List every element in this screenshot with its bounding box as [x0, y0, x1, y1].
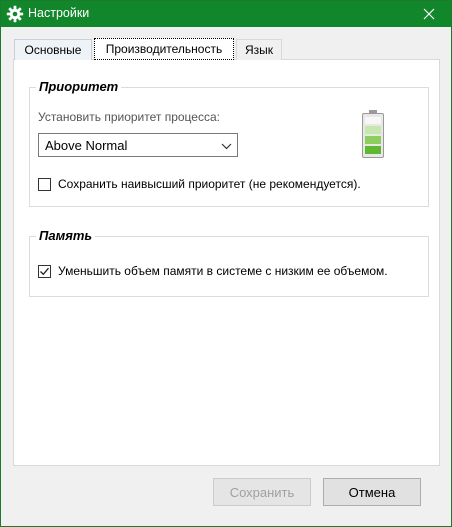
battery-icon: [362, 110, 384, 158]
priority-select[interactable]: Above Normal: [38, 133, 238, 157]
memory-group-title: Память: [36, 228, 96, 243]
close-button[interactable]: [407, 1, 451, 27]
chevron-down-icon: [221, 143, 232, 150]
settings-window: Настройки Приоритет Установить приоритет…: [0, 0, 452, 527]
reduce-memory-checkbox[interactable]: [38, 265, 51, 278]
cancel-button[interactable]: Отмена: [323, 478, 421, 506]
keep-highest-priority-checkbox[interactable]: [38, 178, 51, 191]
close-icon: [423, 8, 435, 20]
reduce-memory-label: Уменьшить объем памяти в системе с низки…: [58, 264, 388, 278]
window-title: Настройки: [28, 6, 90, 20]
priority-group: Приоритет Установить приоритет процесса:…: [29, 79, 429, 207]
priority-label: Установить приоритет процесса:: [38, 110, 220, 124]
tab-language[interactable]: Язык: [236, 39, 282, 60]
checkmark-icon: [40, 267, 49, 276]
memory-group: Память Уменьшить объем памяти в системе …: [29, 228, 429, 297]
priority-select-value: Above Normal: [45, 138, 128, 153]
tab-basic[interactable]: Основные: [14, 39, 92, 60]
save-button[interactable]: Сохранить: [213, 478, 311, 506]
tab-performance[interactable]: Производительность: [94, 38, 234, 60]
priority-group-title: Приоритет: [36, 79, 122, 94]
title-bar: Настройки: [1, 1, 451, 27]
gear-icon: [6, 5, 24, 23]
tab-panel-performance: Приоритет Установить приоритет процесса:…: [13, 59, 440, 466]
keep-highest-priority-label: Сохранить наивысший приоритет (не рекоме…: [58, 177, 361, 191]
